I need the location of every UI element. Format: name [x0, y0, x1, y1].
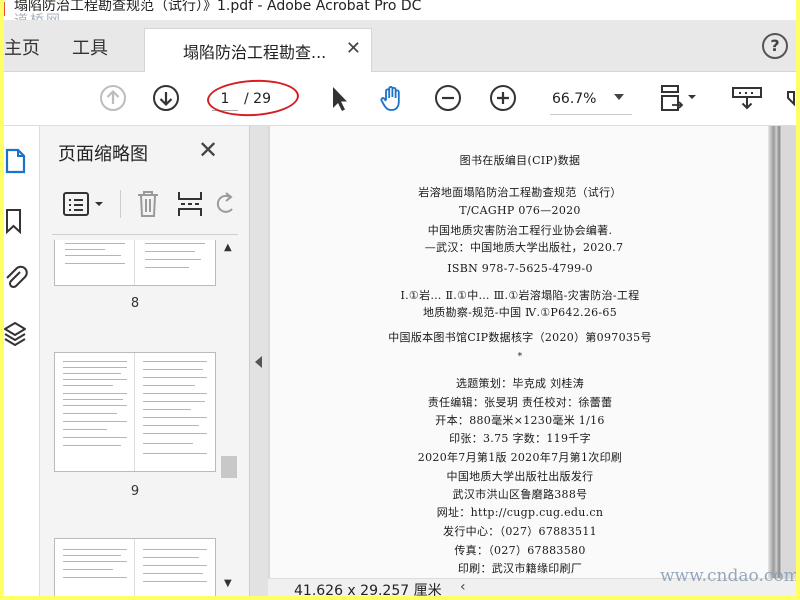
document-line: 中国版本图书馆CIP数据核字（2020）第097035号 — [388, 331, 652, 344]
panel-divider — [52, 234, 238, 235]
collapse-arrow-icon — [255, 356, 262, 368]
zoom-in-icon[interactable] — [488, 83, 518, 113]
document-line: 图书在版编目(CIP)数据 — [459, 154, 581, 167]
thumbnails-panel: 页面缩略图 ✕ 8 9 ▲ ▼ — [40, 126, 250, 596]
pdf-page: 图书在版编目(CIP)数据岩溶地面塌陷防治工程勘查规范（试行） T/CAGHP 0… — [270, 126, 782, 593]
attachments-icon[interactable] — [4, 264, 30, 294]
document-line: 开本：880毫米×1230毫米 1/16 — [435, 414, 605, 427]
page-layout-icon[interactable] — [658, 83, 698, 113]
page-scan-edge — [768, 126, 782, 578]
scroll-mode-icon[interactable] — [730, 83, 764, 113]
document-line: 岩溶地面塌陷防治工程勘查规范（试行） — [418, 186, 622, 199]
thumbnail-label-9: 9 — [130, 484, 140, 499]
document-line: 中国地质灾害防治工程行业协会编著. — [427, 224, 613, 237]
thumbnail-list: 8 9 ▲ ▼ — [40, 240, 240, 596]
next-page-icon[interactable] — [151, 83, 181, 113]
scroll-down-icon[interactable]: ▼ — [224, 578, 232, 589]
thumbnail-options-icon[interactable] — [62, 190, 108, 218]
document-line: 选题策划：毕克成 刘桂涛 — [455, 377, 585, 390]
thumbnail-page-9[interactable] — [54, 352, 216, 472]
main-toolbar: 1 / 29 66.7% — [4, 72, 796, 126]
toolbar-divider — [120, 190, 121, 218]
help-icon[interactable]: ? — [762, 33, 788, 59]
thumbnail-tools — [40, 178, 250, 230]
panel-collapse-handle[interactable] — [250, 126, 268, 596]
panel-close-icon[interactable]: ✕ — [198, 136, 218, 164]
tab-tools[interactable]: 工具 — [72, 34, 108, 60]
hand-tool-icon[interactable] — [377, 83, 407, 113]
document-line: 中国地质大学出版社出版发行 — [446, 470, 594, 483]
document-line: T/CAGHP 076—2020 — [459, 204, 581, 217]
thumbnail-label-8: 8 — [130, 296, 140, 311]
document-view[interactable]: 图书在版编目(CIP)数据岩溶地面塌陷防治工程勘查规范（试行） T/CAGHP 0… — [268, 126, 796, 593]
document-line: 地质勘察-规范-中国 Ⅳ.①P642.26-65 — [422, 306, 618, 319]
thumbnail-page-10[interactable] — [54, 538, 216, 596]
thumbnails-panel-title: 页面缩略图 — [58, 144, 148, 165]
title-bar: 塌陷防治工程勘查规范（试行）》1.pdf - Adobe Acrobat Pro… — [4, 0, 796, 20]
bookmarks-icon[interactable] — [4, 206, 30, 236]
zoom-dropdown-icon[interactable] — [614, 94, 624, 100]
document-line: 责任编辑：张旻玥 责任校对：徐蕾蕾 — [427, 396, 613, 409]
document-line: * — [517, 352, 523, 362]
window-title: 塌陷防治工程勘查规范（试行）》1.pdf - Adobe Acrobat Pro… — [14, 0, 422, 14]
document-line: —武汉：中国地质大学出版社，2020.7 — [424, 241, 624, 254]
document-line: 武汉市洪山区鲁磨路388号 — [452, 488, 588, 501]
document-line: 2020年7月第1版 2020年7月第1次印刷 — [417, 451, 623, 464]
scroll-up-icon[interactable]: ▲ — [224, 242, 232, 253]
document-line: 印张：3.75 字数：119千字 — [449, 432, 591, 445]
document-line: Ⅰ.①岩… Ⅱ.①中… Ⅲ.①岩溶塌陷-灾害防治-工程 — [400, 289, 640, 302]
page-dimensions: 41.626 x 29.257 厘米 — [294, 583, 442, 596]
select-cursor-icon[interactable] — [324, 83, 354, 113]
tab-close-icon[interactable]: ✕ — [346, 38, 361, 59]
tab-document[interactable]: 塌陷防治工程勘查... ✕ — [144, 28, 372, 72]
document-line: 发行中心：（027）67883511 — [443, 525, 597, 538]
rotate-page-icon[interactable] — [216, 191, 236, 217]
watermark-bottom-right: www.cndao.com — [660, 566, 796, 586]
left-rail — [4, 126, 40, 596]
zoom-out-icon[interactable] — [433, 83, 463, 113]
page-thumbnails-icon[interactable] — [4, 146, 30, 176]
zoom-level[interactable]: 66.7% — [552, 87, 596, 111]
tab-document-label: 塌陷防治工程勘查... — [183, 43, 327, 62]
app-logo-icon — [4, 2, 5, 16]
document-line: 网址：http://cugp.cug.edu.cn — [436, 506, 604, 519]
annotation-ellipse — [206, 77, 300, 119]
panel-scrollbar-thumb[interactable] — [221, 456, 237, 478]
hscroll-left-icon[interactable]: ‹ — [460, 579, 466, 595]
tab-bar: 主页 工具 塌陷防治工程勘查... ✕ ? — [4, 20, 796, 72]
tab-home[interactable]: 主页 — [4, 34, 40, 60]
prev-page-icon[interactable] — [98, 83, 128, 113]
layers-icon[interactable] — [4, 320, 30, 350]
insert-page-icon[interactable] — [176, 189, 204, 219]
document-line: ISBN 978-7-5625-4799-0 — [447, 262, 593, 275]
thumbnail-page-8[interactable] — [54, 240, 216, 286]
more-tools-icon[interactable] — [784, 83, 796, 113]
acrobat-window: 塌陷防治工程勘查规范（试行）》1.pdf - Adobe Acrobat Pro… — [4, 0, 796, 596]
zoom-underline — [550, 114, 632, 115]
delete-page-icon[interactable] — [136, 189, 160, 219]
document-line: 传真：（027）67883580 — [454, 544, 586, 557]
